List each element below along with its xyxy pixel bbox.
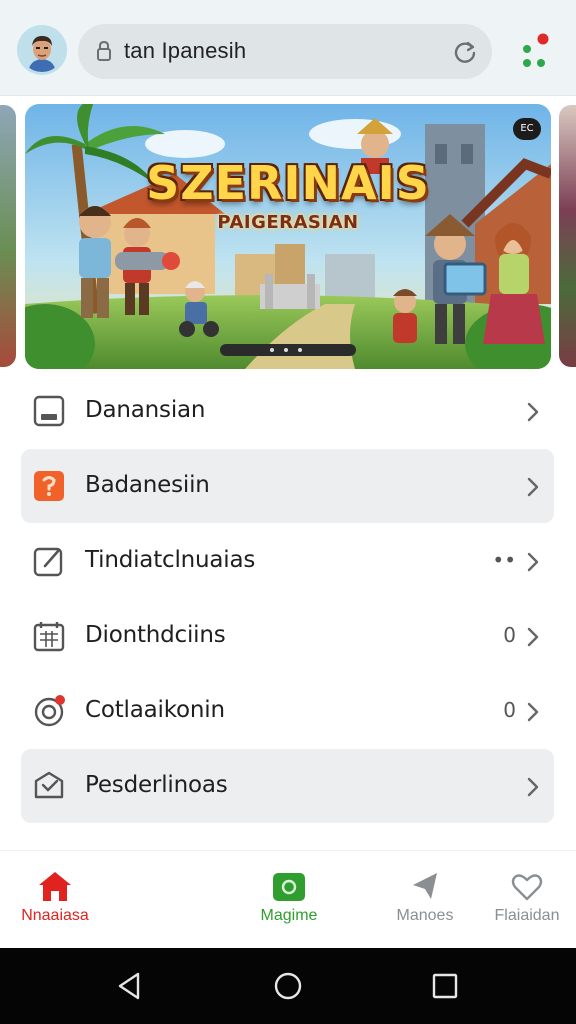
edit-box-icon [33,547,63,577]
home-circle-icon[interactable] [272,970,304,1002]
nav-camera-label: Magime [260,907,318,924]
orange-app-icon [34,471,64,501]
heart-icon [511,874,543,901]
image-frame-icon [33,395,65,427]
featured-banner[interactable]: EC SZERINAIS PAIGERASIAN [25,104,551,369]
list-item[interactable]: Pesderlinoas [21,749,554,823]
banner-subtitle: PAIGERASIAN [217,212,359,233]
package-box-icon [34,771,64,799]
recents-square-icon[interactable] [429,970,461,1002]
previous-banner-peek[interactable] [0,105,16,367]
chevron-right-icon [527,702,539,722]
list-item[interactable]: Cotlaaikonin 0 [21,674,554,748]
nav-camera[interactable]: Magime [234,869,344,939]
list-item[interactable]: Dionthdciins 0 [21,599,554,673]
lock-icon [97,40,111,61]
chevron-right-icon [527,402,539,422]
bottom-navigation: Nnaaiasa Magime Manoes Flaiaidan [0,850,576,948]
list-item-label: Dionthdciins [85,622,226,648]
banner-title: SZERINAIS [146,156,430,210]
pager-dot[interactable] [284,348,288,352]
star-icon [413,873,437,899]
list-item-label: Danansian [85,397,206,423]
list-item-count: 0 [503,623,516,647]
next-banner-peek[interactable] [559,105,576,367]
chevron-right-icon [527,627,539,647]
color-dots-menu-icon[interactable] [516,30,556,70]
list-item[interactable]: Badanesiin [21,449,554,523]
list-item-label: Pesderlinoas [85,772,228,798]
chevron-right-icon [527,477,539,497]
nav-home-label: Nnaaiasa [21,907,89,924]
pager-dot[interactable] [270,348,274,352]
list-item[interactable]: Tindiatclnuaias •• [21,524,554,598]
url-text[interactable]: tan Ipanesih [124,38,246,64]
banner-carousel[interactable]: EC SZERINAIS PAIGERASIAN [0,100,576,372]
nav-favorites[interactable]: Flaiaidan [472,869,576,939]
list-item[interactable]: Danansian [21,374,554,448]
chevron-right-icon [527,552,539,572]
list-item-label: Badanesiin [85,472,210,498]
carousel-pager[interactable] [220,344,356,356]
list-item-count: •• [492,548,516,572]
avatar-illustration [20,28,64,72]
chevron-right-icon [527,777,539,797]
list-item-count: 0 [503,698,516,722]
nav-favorites-label: Flaiaidan [494,907,560,924]
back-icon[interactable] [114,970,146,1002]
address-bar[interactable]: tan Ipanesih [78,24,492,79]
user-avatar[interactable] [17,25,67,75]
target-notification-icon [34,695,65,727]
top-bar: tan Ipanesih [0,0,576,96]
home-icon [39,872,71,901]
banner-artwork [25,104,551,369]
list-item-label: Cotlaaikonin [85,697,225,723]
reload-icon[interactable] [452,39,478,65]
list-item-label: Tindiatclnuaias [85,547,256,573]
nav-home[interactable]: Nnaaiasa [0,869,110,939]
camera-icon [273,873,305,901]
nav-star-label: Manoes [396,907,454,924]
pager-dot[interactable] [298,348,302,352]
banner-badge: EC [513,118,541,140]
system-navigation-bar [0,948,576,1024]
nav-star[interactable]: Manoes [370,869,480,939]
calendar-grid-icon [33,622,65,652]
